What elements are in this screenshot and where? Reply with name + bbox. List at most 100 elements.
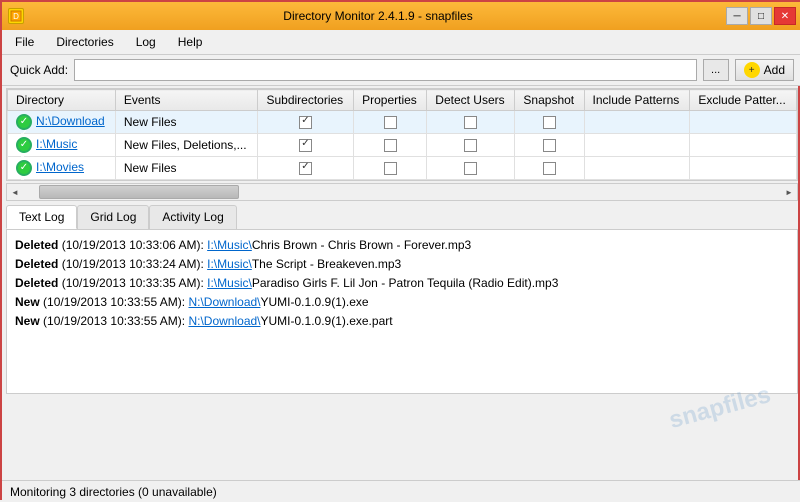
directory-link[interactable]: I:\Movies (36, 160, 84, 174)
add-icon: + (744, 62, 760, 78)
log-line: New (10/19/2013 10:33:55 AM): N:\Downloa… (15, 312, 789, 330)
log-line: Deleted (10/19/2013 10:33:24 AM): I:\Mus… (15, 255, 789, 273)
app-icon: D (8, 8, 24, 24)
col-header-include-patterns: Include Patterns (584, 90, 690, 111)
log-type: New (15, 314, 40, 328)
log-line: Deleted (10/19/2013 10:33:35 AM): I:\Mus… (15, 274, 789, 292)
col-header-subdirectories: Subdirectories (258, 90, 354, 111)
minimize-button[interactable]: ─ (726, 7, 748, 25)
scroll-left-button[interactable]: ◄ (7, 183, 23, 201)
cell-properties[interactable] (354, 157, 427, 180)
checkbox[interactable] (464, 139, 477, 152)
directory-link[interactable]: N:\Download (36, 114, 105, 128)
menu-file[interactable]: File (6, 32, 43, 52)
scroll-track[interactable] (39, 185, 765, 199)
cell-detect-users[interactable] (427, 157, 515, 180)
svg-text:D: D (13, 12, 19, 21)
window-controls: ─ □ ✕ (726, 7, 796, 25)
log-area: Deleted (10/19/2013 10:33:06 AM): I:\Mus… (6, 229, 798, 394)
log-path-suffix: Paradiso Girls F. Lil Jon - Patron Tequi… (252, 276, 559, 290)
maximize-button[interactable]: □ (750, 7, 772, 25)
cell-snapshot[interactable] (515, 157, 584, 180)
col-header-exclude-patterns: Exclude Patter... (690, 90, 797, 111)
status-text: Monitoring 3 directories (0 unavailable) (10, 485, 217, 499)
log-line: New (10/19/2013 10:33:55 AM): N:\Downloa… (15, 293, 789, 311)
cell-directory: ✓ I:\Movies (8, 157, 116, 180)
tab-text-log[interactable]: Text Log (6, 205, 77, 229)
tab-activity-log[interactable]: Activity Log (149, 205, 236, 229)
log-path-suffix: YUMI-0.1.0.9(1).exe (261, 295, 369, 309)
checkbox[interactable] (384, 162, 397, 175)
quick-add-bar: Quick Add: ... + Add (2, 55, 800, 86)
cell-detect-users[interactable] (427, 111, 515, 134)
log-tabs: Text Log Grid Log Activity Log (6, 205, 798, 229)
log-type: Deleted (15, 276, 58, 290)
cell-subdirectories[interactable] (258, 134, 354, 157)
log-path-prefix[interactable]: N:\Download\ (188, 314, 260, 328)
title-bar: D Directory Monitor 2.4.1.9 - snapfiles … (2, 2, 800, 30)
menu-directories[interactable]: Directories (47, 32, 122, 52)
cell-subdirectories[interactable] (258, 111, 354, 134)
menu-help[interactable]: Help (169, 32, 212, 52)
quick-add-input[interactable] (74, 59, 697, 81)
menu-log[interactable]: Log (127, 32, 165, 52)
add-button[interactable]: + Add (735, 59, 794, 81)
cell-properties[interactable] (354, 134, 427, 157)
window-title: Directory Monitor 2.4.1.9 - snapfiles (30, 9, 726, 23)
col-header-directory: Directory (8, 90, 116, 111)
checkbox[interactable] (384, 116, 397, 129)
tab-grid-log[interactable]: Grid Log (77, 205, 149, 229)
checkbox[interactable] (464, 162, 477, 175)
log-path-prefix[interactable]: I:\Music\ (207, 276, 252, 290)
cell-directory: ✓ I:\Music (8, 134, 116, 157)
cell-subdirectories[interactable] (258, 157, 354, 180)
checkbox[interactable] (464, 116, 477, 129)
menu-bar: File Directories Log Help (2, 30, 800, 55)
checkbox[interactable] (543, 116, 556, 129)
cell-detect-users[interactable] (427, 134, 515, 157)
status-icon: ✓ (16, 114, 32, 130)
cell-exclude-patterns (690, 157, 797, 180)
log-path-suffix: YUMI-0.1.0.9(1).exe.part (261, 314, 393, 328)
log-timestamp: (10/19/2013 10:33:06 AM): (58, 238, 207, 252)
log-type: New (15, 295, 40, 309)
cell-exclude-patterns (690, 111, 797, 134)
directory-link[interactable]: I:\Music (36, 137, 77, 151)
log-line: Deleted (10/19/2013 10:33:06 AM): I:\Mus… (15, 236, 789, 254)
cell-include-patterns (584, 134, 690, 157)
checkbox[interactable] (543, 162, 556, 175)
add-label: Add (764, 63, 785, 77)
browse-button[interactable]: ... (703, 59, 729, 81)
checkbox[interactable] (543, 139, 556, 152)
directory-table: Directory Events Subdirectories Properti… (7, 89, 797, 180)
log-path-prefix[interactable]: N:\Download\ (188, 295, 260, 309)
cell-events: New Files (115, 157, 258, 180)
checkbox[interactable] (299, 162, 312, 175)
log-timestamp: (10/19/2013 10:33:35 AM): (58, 276, 207, 290)
scroll-right-button[interactable]: ► (781, 183, 797, 201)
cell-snapshot[interactable] (515, 134, 584, 157)
cell-include-patterns (584, 111, 690, 134)
table-row[interactable]: ✓I:\MusicNew Files, Deletions,... (8, 134, 797, 157)
cell-properties[interactable] (354, 111, 427, 134)
cell-events: New Files (115, 111, 258, 134)
table-row[interactable]: ✓ N:\Download New Files (8, 111, 797, 134)
close-button[interactable]: ✕ (774, 7, 796, 25)
log-path-suffix: The Script - Breakeven.mp3 (252, 257, 401, 271)
status-icon: ✓ (16, 160, 32, 176)
col-header-detect-users: Detect Users (427, 90, 515, 111)
horizontal-scrollbar[interactable]: ◄ ► (6, 183, 798, 201)
log-path-prefix[interactable]: I:\Music\ (207, 257, 252, 271)
table-row[interactable]: ✓ I:\Movies New Files (8, 157, 797, 180)
checkbox[interactable] (384, 139, 397, 152)
status-bar: Monitoring 3 directories (0 unavailable) (2, 480, 800, 502)
log-path-prefix[interactable]: I:\Music\ (207, 238, 252, 252)
cell-snapshot[interactable] (515, 111, 584, 134)
log-timestamp: (10/19/2013 10:33:55 AM): (40, 314, 189, 328)
cell-include-patterns (584, 157, 690, 180)
scroll-thumb[interactable] (39, 185, 239, 199)
status-icon: ✓ (16, 137, 32, 153)
col-header-properties: Properties (354, 90, 427, 111)
checkbox[interactable] (299, 139, 312, 152)
checkbox[interactable] (299, 116, 312, 129)
